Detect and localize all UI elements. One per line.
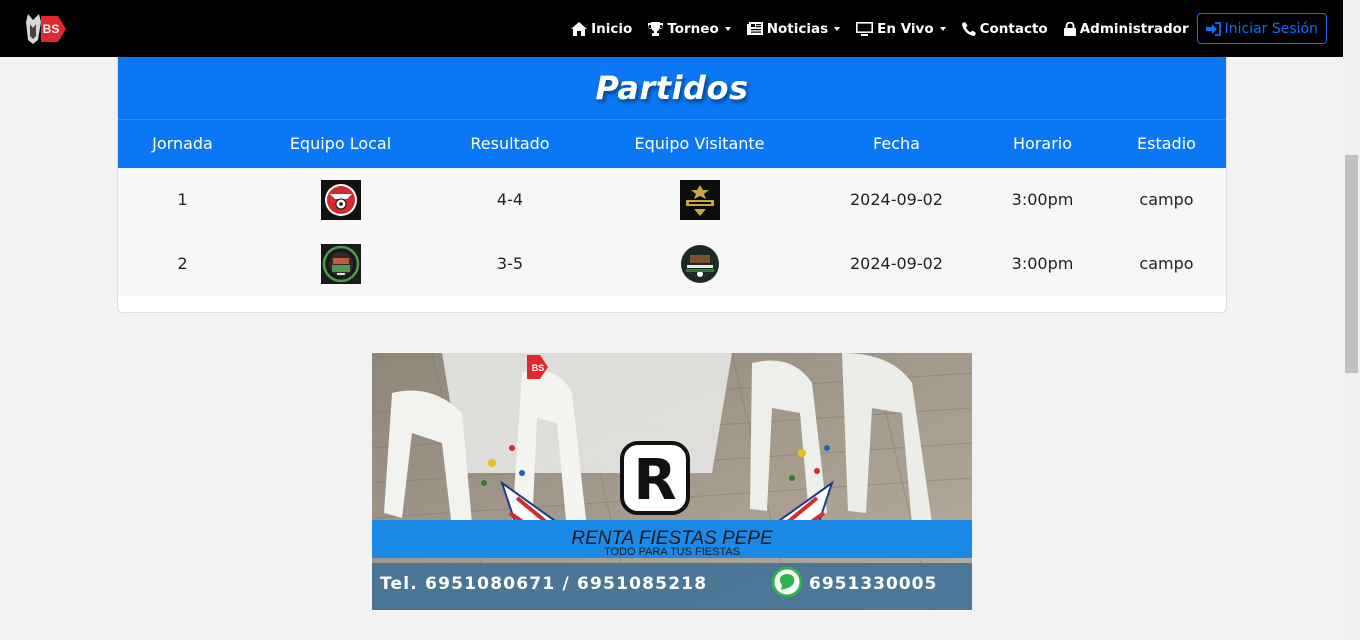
ad-banner[interactable]: BS R RENTA FIESTAS PEPE TODO PARA TUS FI… — [372, 353, 972, 610]
team-logo-green[interactable] — [320, 243, 361, 284]
column-header-jornada: Jornada — [152, 134, 213, 154]
nav-administrador[interactable]: Administrador — [1063, 20, 1189, 37]
time-cell: 3:00pm — [1011, 190, 1074, 209]
ad-artwork: BS R RENTA FIESTAS PEPE TODO PARA TUS FI… — [372, 353, 972, 610]
ad-badge-text: BS — [532, 363, 545, 373]
matches-header: Partidos — [118, 57, 1226, 119]
svg-text:BS: BS — [43, 22, 60, 36]
table-row: 1 4-4 2024-09-02 3:00pm campo — [118, 167, 1226, 232]
column-header-equipo-visitante: Equipo Visitante — [634, 134, 765, 154]
table-header-row: Jornada Equipo Local Resultado Equipo Vi… — [118, 119, 1226, 168]
table-row: 2 3-5 2024-09-02 3:00pm campo — [118, 231, 1226, 296]
matches-title: Partidos — [595, 69, 749, 107]
nav-en-vivo[interactable]: En Vivo — [856, 20, 946, 37]
team-logo-mineros[interactable] — [679, 179, 720, 220]
nav-en-vivo-label: En Vivo — [877, 20, 934, 37]
jornada-cell: 1 — [177, 190, 188, 209]
nav-contacto-label: Contacto — [979, 20, 1048, 37]
result-cell: 4-4 — [496, 190, 524, 209]
nav-contacto[interactable]: Contacto — [961, 20, 1048, 37]
login-label: Iniciar Sesión — [1224, 20, 1318, 37]
date-cell: 2024-09-02 — [850, 190, 943, 209]
matches-table: Jornada Equipo Local Resultado Equipo Vi… — [118, 119, 1226, 296]
chevron-down-icon — [834, 26, 841, 31]
nav-administrador-label: Administrador — [1079, 20, 1189, 37]
brand-logo[interactable]: BS — [24, 10, 68, 48]
ad-whatsapp-number: 6951330005 — [809, 574, 937, 594]
chevron-down-icon — [724, 26, 731, 31]
nav-inicio-label: Inicio — [591, 20, 633, 37]
ad-tagline: TODO PARA TUS FIESTAS — [604, 546, 740, 558]
ad-phones: Tel. 6951080671 / 6951085218 — [380, 574, 707, 594]
chevron-down-icon — [939, 26, 946, 31]
home-icon — [571, 21, 588, 36]
stadium-cell: campo — [1139, 254, 1194, 273]
team-logo-red[interactable] — [320, 179, 361, 220]
nav-noticias-label: Noticias — [766, 20, 829, 37]
navbar: BS Inicio Torneo Noticias En Vivo Contac… — [0, 0, 1343, 57]
visitor-team-cell — [586, 232, 813, 296]
nav-torneo-label: Torneo — [667, 20, 719, 37]
column-header-horario: Horario — [1012, 134, 1072, 154]
result-cell: 3-5 — [496, 254, 524, 273]
scrollbar-thumb[interactable] — [1345, 155, 1358, 373]
local-team-cell — [247, 232, 434, 296]
newspaper-icon — [746, 22, 763, 35]
login-button[interactable]: Iniciar Sesión — [1196, 13, 1327, 44]
column-header-equipo-local: Equipo Local — [289, 134, 392, 154]
visitor-team-cell — [586, 168, 813, 232]
column-header-fecha: Fecha — [873, 134, 920, 154]
lock-icon — [1063, 21, 1076, 36]
trophy-icon — [648, 21, 664, 36]
page-scrollbar[interactable] — [1343, 0, 1360, 640]
nav-menu: Inicio Torneo Noticias En Vivo Contacto … — [555, 0, 1327, 57]
phone-icon — [961, 21, 976, 36]
stadium-cell: campo — [1139, 190, 1194, 209]
team-logo-vallenato[interactable] — [679, 243, 720, 284]
ad-logo-letter: R — [633, 448, 676, 513]
nav-inicio[interactable]: Inicio — [571, 21, 632, 37]
sign-in-icon — [1205, 21, 1221, 36]
local-team-cell — [247, 168, 434, 232]
nav-torneo[interactable]: Torneo — [648, 20, 731, 37]
tv-icon — [856, 21, 874, 36]
column-header-resultado: Resultado — [470, 134, 550, 154]
jornada-cell: 2 — [177, 254, 188, 273]
matches-card: Partidos Jornada Equipo Local Resultado … — [117, 57, 1227, 313]
date-cell: 2024-09-02 — [850, 254, 943, 273]
column-header-estadio: Estadio — [1137, 134, 1196, 154]
nav-noticias[interactable]: Noticias — [746, 20, 841, 37]
time-cell: 3:00pm — [1011, 254, 1074, 273]
